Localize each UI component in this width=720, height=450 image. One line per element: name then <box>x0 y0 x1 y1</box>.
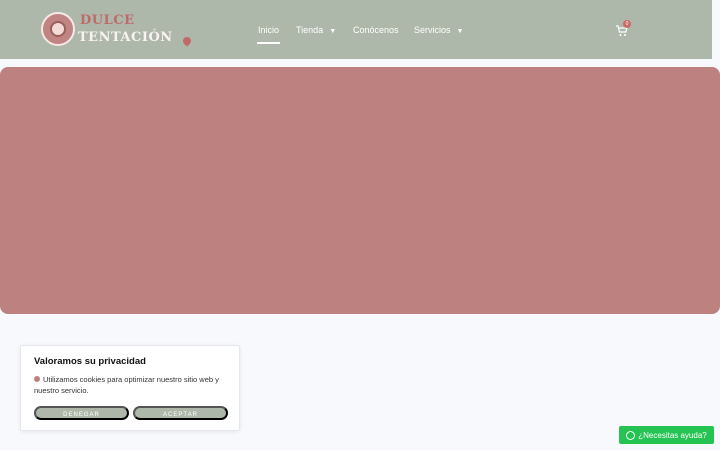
cart-button[interactable]: 0 <box>615 20 633 40</box>
site-header: DULCE TENTACIÓN Inicio Tienda ▼ Conóceno… <box>0 0 712 59</box>
deny-cookies-button[interactable]: DENEGAR <box>34 406 129 420</box>
brand-logo[interactable]: DULCE TENTACIÓN <box>41 11 193 49</box>
nav-conocenos[interactable]: Conócenos <box>353 18 399 42</box>
cookie-title: Valoramos su privacidad <box>34 356 146 367</box>
whatsapp-help-button[interactable]: ¿Necesitas ayuda? <box>619 426 714 444</box>
help-label: ¿Necesitas ayuda? <box>638 430 707 440</box>
cookie-consent-banner: Valoramos su privacidad Utilizamos cooki… <box>20 345 240 431</box>
cart-count-badge: 0 <box>623 20 631 28</box>
cookie-icon <box>34 376 40 382</box>
nav-tienda[interactable]: Tienda ▼ <box>296 18 336 42</box>
chevron-down-icon: ▼ <box>456 27 464 35</box>
cookie-message-text: Utilizamos cookies para optimizar nuestr… <box>34 375 219 395</box>
logo-accent-icon <box>181 35 193 47</box>
hero-banner <box>0 67 720 314</box>
whatsapp-icon <box>626 430 636 440</box>
cookie-message: Utilizamos cookies para optimizar nuestr… <box>34 375 230 397</box>
nav-servicios-label: Servicios <box>414 25 451 35</box>
logo-mark-icon <box>41 12 75 46</box>
page: DULCE TENTACIÓN Inicio Tienda ▼ Conóceno… <box>0 0 720 450</box>
logo-line2: TENTACIÓN <box>78 30 173 45</box>
chevron-down-icon: ▼ <box>329 27 337 35</box>
nav-servicios[interactable]: Servicios ▼ <box>414 18 463 42</box>
nav-conocenos-label: Conócenos <box>353 25 399 35</box>
nav-inicio[interactable]: Inicio <box>256 18 281 44</box>
accept-cookies-button[interactable]: ACEPTAR <box>133 406 228 420</box>
logo-text: DULCE TENTACIÓN <box>78 11 193 47</box>
nav-inicio-label: Inicio <box>258 25 280 35</box>
logo-line1: DULCE <box>80 13 135 28</box>
nav-tienda-label: Tienda <box>296 25 324 35</box>
